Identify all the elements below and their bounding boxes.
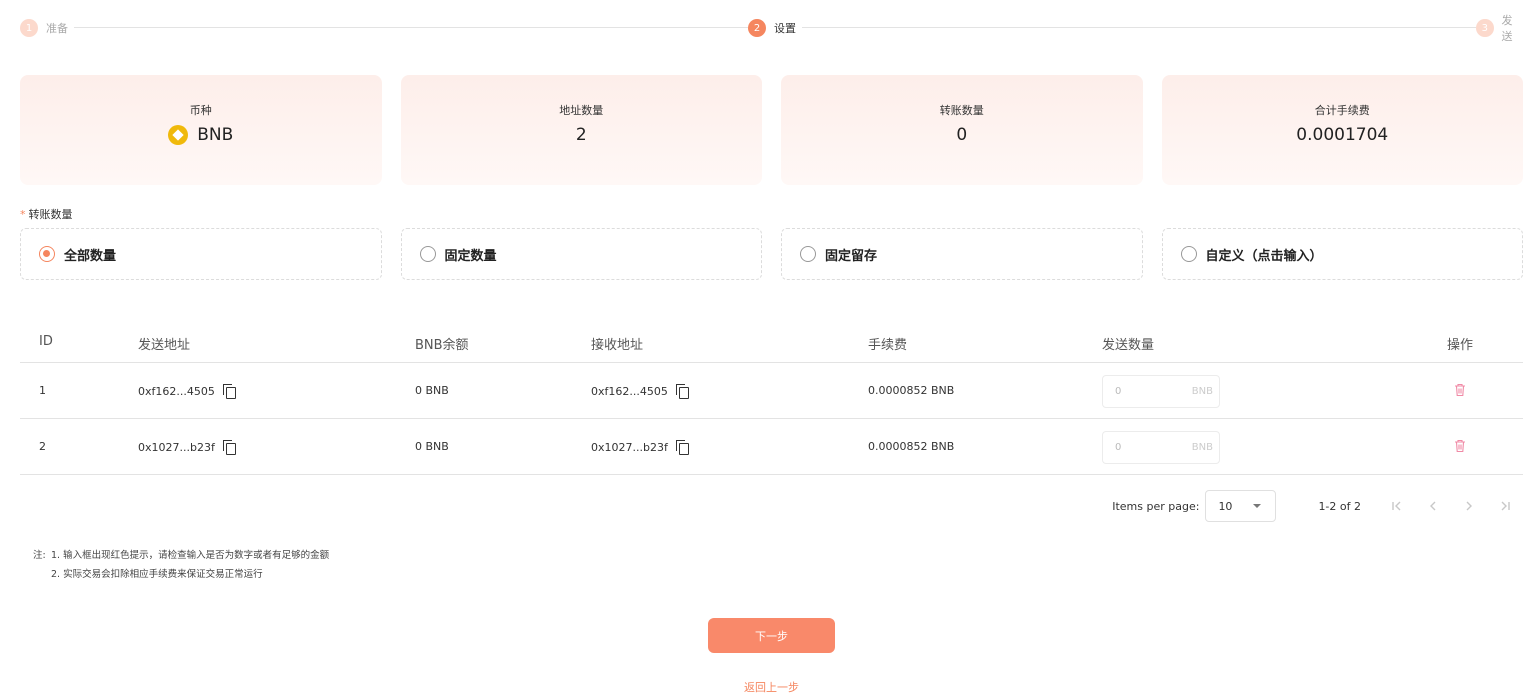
header-id: ID: [39, 334, 53, 349]
option-label: 全部数量: [64, 248, 117, 264]
step-label: 发送: [1501, 14, 1513, 43]
trash-icon[interactable]: [1454, 383, 1466, 397]
step-connector: [74, 27, 748, 28]
amount-type-label-text: 转账数量: [28, 208, 73, 221]
amount-input[interactable]: 0 BNB: [1102, 431, 1220, 464]
option-custom[interactable]: 自定义（点击输入）: [1161, 228, 1523, 280]
row-from: 0xf162...4505: [138, 384, 236, 399]
step-label: 设置: [774, 22, 796, 35]
option-label: 自定义（点击输入）: [1205, 248, 1323, 264]
summary-cards: 币种 BNB 地址数量 2 转账数量 0 合计手续费 0.0001704: [20, 75, 1523, 185]
radio-icon[interactable]: [1180, 246, 1197, 262]
row-balance: 0 BNB: [415, 440, 449, 453]
step-send: 3 发送: [1476, 14, 1523, 43]
amount-input[interactable]: 0 BNB: [1102, 375, 1220, 408]
total-fee-value: 0.0001704: [1296, 125, 1389, 145]
notes: 注: 1. 输入框出现红色提示，请检查输入是否为数字或者有足够的金额 2. 实际交…: [33, 546, 329, 584]
header-action: 操作: [1447, 338, 1474, 353]
step-label: 准备: [46, 22, 68, 35]
radio-icon[interactable]: [39, 246, 55, 262]
total-fee-card: 合计手续费 0.0001704: [1161, 75, 1523, 185]
address-count-title: 地址数量: [559, 104, 604, 117]
currency-value: BNB: [168, 125, 233, 145]
address-count-card: 地址数量 2: [400, 75, 762, 185]
transfer-table: ID 发送地址 BNB余额 接收地址 手续费 发送数量 操作 1 0xf162.…: [20, 320, 1523, 475]
amount-type-options: 全部数量 固定数量 固定留存 自定义（点击输入）: [20, 228, 1523, 280]
transfer-amount-title: 转账数量: [939, 104, 984, 117]
address-count-value: 2: [575, 125, 587, 145]
note-text: 1. 输入框出现红色提示，请检查输入是否为数字或者有足够的金额: [51, 550, 330, 561]
page-range: 1-2 of 2: [1318, 499, 1361, 513]
copy-icon[interactable]: [222, 440, 236, 455]
step-prepare: 1 准备: [20, 18, 74, 38]
caret-down-icon: [1253, 504, 1262, 508]
required-mark: *: [20, 208, 26, 221]
currency-name: BNB: [197, 125, 234, 145]
step-number: 2: [748, 19, 766, 37]
header-from: 发送地址: [138, 338, 191, 353]
table-row: 1 0xf162...4505 0 BNB 0xf162...4505 0.00…: [20, 363, 1523, 419]
step-number: 1: [20, 19, 38, 37]
note-line-2: 2. 实际交易会扣除相应手续费来保证交易正常运行: [51, 569, 263, 580]
back-link[interactable]: 返回上一步: [708, 679, 835, 695]
note-prefix: 注:: [33, 550, 46, 561]
option-label: 固定数量: [444, 248, 497, 264]
row-id: 2: [39, 440, 46, 453]
last-page-icon[interactable]: [1487, 490, 1523, 522]
note-line-1: 注: 1. 输入框出现红色提示，请检查输入是否为数字或者有足够的金额: [33, 546, 329, 565]
to-address: 0x1027...b23f: [591, 440, 668, 454]
row-id: 1: [39, 384, 46, 397]
amount-unit: BNB: [1191, 386, 1213, 397]
row-fee: 0.0000852 BNB: [868, 384, 955, 397]
radio-icon[interactable]: [800, 246, 816, 262]
row-to: 0xf162...4505: [591, 384, 689, 399]
items-per-page-label: Items per page:: [1112, 499, 1200, 513]
currency-card: 币种 BNB: [20, 75, 382, 185]
amount-unit: BNB: [1191, 442, 1213, 453]
currency-title: 币种: [189, 104, 212, 117]
option-label: 固定留存: [825, 248, 878, 264]
stepper: 1 准备 2 设置 3 发送: [20, 14, 1523, 43]
trash-icon[interactable]: [1454, 439, 1466, 453]
row-balance: 0 BNB: [415, 384, 449, 397]
copy-icon[interactable]: [675, 384, 689, 399]
bnb-coin-icon: [168, 125, 189, 145]
radio-icon[interactable]: [419, 246, 436, 262]
step-number: 3: [1476, 19, 1494, 37]
step-settings: 2 设置: [748, 18, 802, 38]
copy-icon[interactable]: [675, 440, 689, 455]
option-fixed-amount[interactable]: 固定数量: [400, 228, 762, 280]
option-fixed-retain[interactable]: 固定留存: [781, 228, 1143, 280]
next-step-button[interactable]: 下一步: [708, 618, 835, 653]
total-fee-title: 合计手续费: [1314, 104, 1370, 117]
to-address: 0xf162...4505: [591, 384, 668, 398]
transfer-amount-card: 转账数量 0: [781, 75, 1143, 185]
header-to: 接收地址: [591, 338, 644, 353]
header-amount: 发送数量: [1102, 338, 1155, 353]
transfer-amount-value: 0: [956, 125, 968, 145]
row-to: 0x1027...b23f: [591, 440, 689, 455]
header-balance: BNB余额: [415, 338, 469, 353]
amount-type-label: * 转账数量: [20, 206, 73, 222]
from-address: 0x1027...b23f: [138, 440, 215, 454]
first-page-icon[interactable]: [1379, 490, 1415, 522]
copy-icon[interactable]: [222, 384, 236, 399]
from-address: 0xf162...4505: [138, 384, 215, 398]
table-header: ID 发送地址 BNB余额 接收地址 手续费 发送数量 操作: [20, 320, 1523, 363]
row-fee: 0.0000852 BNB: [868, 440, 955, 453]
amount-value: 0: [1115, 386, 1122, 397]
items-per-page-value: 10: [1218, 499, 1233, 513]
table-row: 2 0x1027...b23f 0 BNB 0x1027...b23f 0.00…: [20, 419, 1523, 475]
row-from: 0x1027...b23f: [138, 440, 236, 455]
option-all-amount[interactable]: 全部数量: [20, 228, 382, 280]
next-page-icon[interactable]: [1451, 490, 1487, 522]
amount-value: 0: [1115, 442, 1122, 453]
step-connector: [800, 27, 1476, 28]
prev-page-icon[interactable]: [1415, 490, 1451, 522]
items-per-page-select[interactable]: 10: [1205, 490, 1277, 522]
header-fee: 手续费: [868, 338, 908, 353]
pagination: Items per page: 10 1-2 of 2: [1112, 490, 1523, 522]
